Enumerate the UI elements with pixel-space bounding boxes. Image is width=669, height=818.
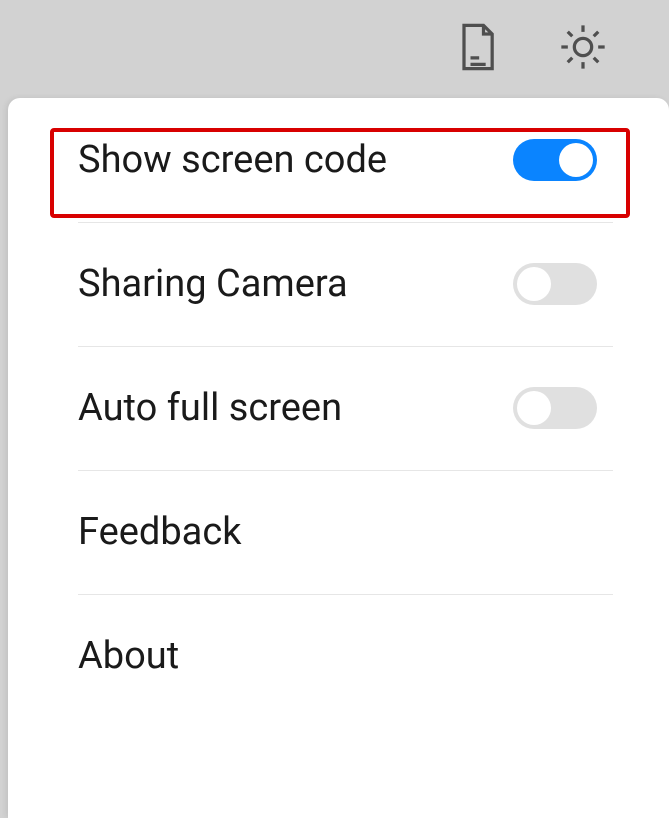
setting-label: Feedback <box>78 510 242 554</box>
setting-label: Show screen code <box>78 138 387 182</box>
toggle-show-screen-code[interactable] <box>513 139 597 181</box>
toolbar <box>0 0 669 98</box>
setting-sharing-camera[interactable]: Sharing Camera <box>8 222 669 346</box>
document-icon[interactable] <box>451 21 503 77</box>
setting-label: About <box>78 634 179 678</box>
toggle-sharing-camera[interactable] <box>513 263 597 305</box>
setting-label: Sharing Camera <box>78 262 348 306</box>
setting-show-screen-code[interactable]: Show screen code <box>8 98 669 222</box>
setting-about[interactable]: About <box>8 594 669 718</box>
settings-panel: Show screen code Sharing Camera Auto ful… <box>8 98 669 818</box>
setting-feedback[interactable]: Feedback <box>8 470 669 594</box>
setting-auto-full-screen[interactable]: Auto full screen <box>8 346 669 470</box>
toggle-auto-full-screen[interactable] <box>513 387 597 429</box>
gear-icon[interactable] <box>557 21 609 77</box>
setting-label: Auto full screen <box>78 386 342 430</box>
